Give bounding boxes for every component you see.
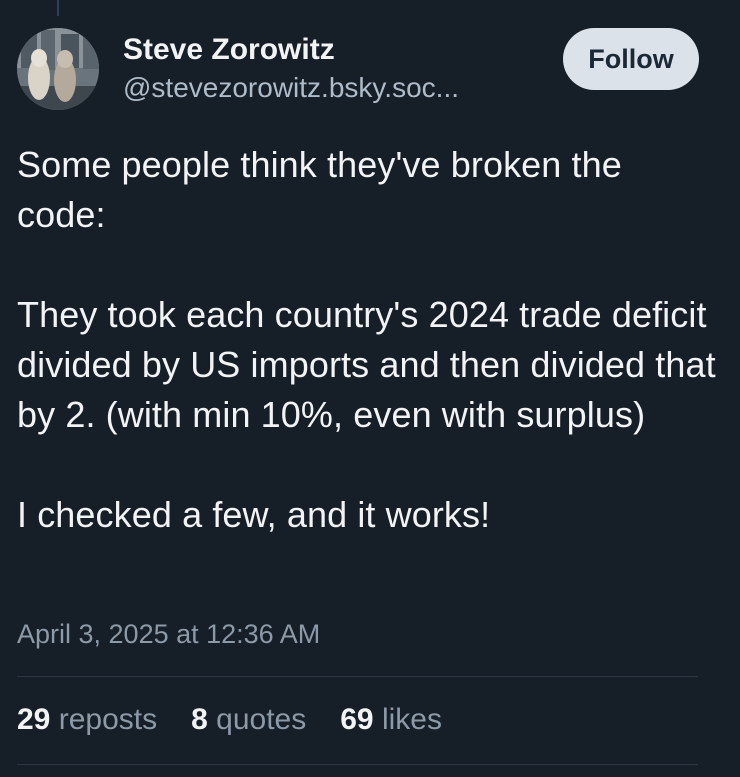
- author-display-name[interactable]: Steve Zorowitz: [123, 30, 543, 70]
- post-timestamp: April 3, 2025 at 12:36 AM: [17, 619, 321, 649]
- follow-button[interactable]: Follow: [563, 28, 699, 90]
- quotes-label: quotes: [216, 703, 307, 736]
- post-paragraph: They took each country's 2024 trade defi…: [17, 294, 716, 435]
- likes-stat[interactable]: 69 likes: [340, 700, 442, 740]
- thread-connector-line: [57, 0, 59, 16]
- reposts-count: 29: [17, 703, 51, 736]
- post-stats: 29 reposts 8 quotes 69 likes: [17, 700, 442, 740]
- avatar[interactable]: [17, 28, 99, 110]
- post-paragraph: Some people think they've broken the cod…: [17, 144, 622, 235]
- reposts-stat[interactable]: 29 reposts: [17, 700, 157, 740]
- author-handle[interactable]: @stevezorowitz.bsky.soc...: [123, 70, 543, 106]
- reposts-label: reposts: [58, 703, 158, 736]
- avatar-image: [17, 28, 99, 110]
- likes-count: 69: [340, 703, 374, 736]
- quotes-count: 8: [191, 703, 208, 736]
- post-text: Some people think they've broken the cod…: [17, 140, 717, 540]
- quotes-stat[interactable]: 8 quotes: [191, 700, 306, 740]
- post-paragraph: I checked a few, and it works!: [17, 494, 491, 535]
- author-block[interactable]: Steve Zorowitz @stevezorowitz.bsky.soc..…: [123, 30, 543, 106]
- divider: [17, 764, 698, 765]
- likes-label: likes: [381, 703, 442, 736]
- divider: [17, 676, 698, 677]
